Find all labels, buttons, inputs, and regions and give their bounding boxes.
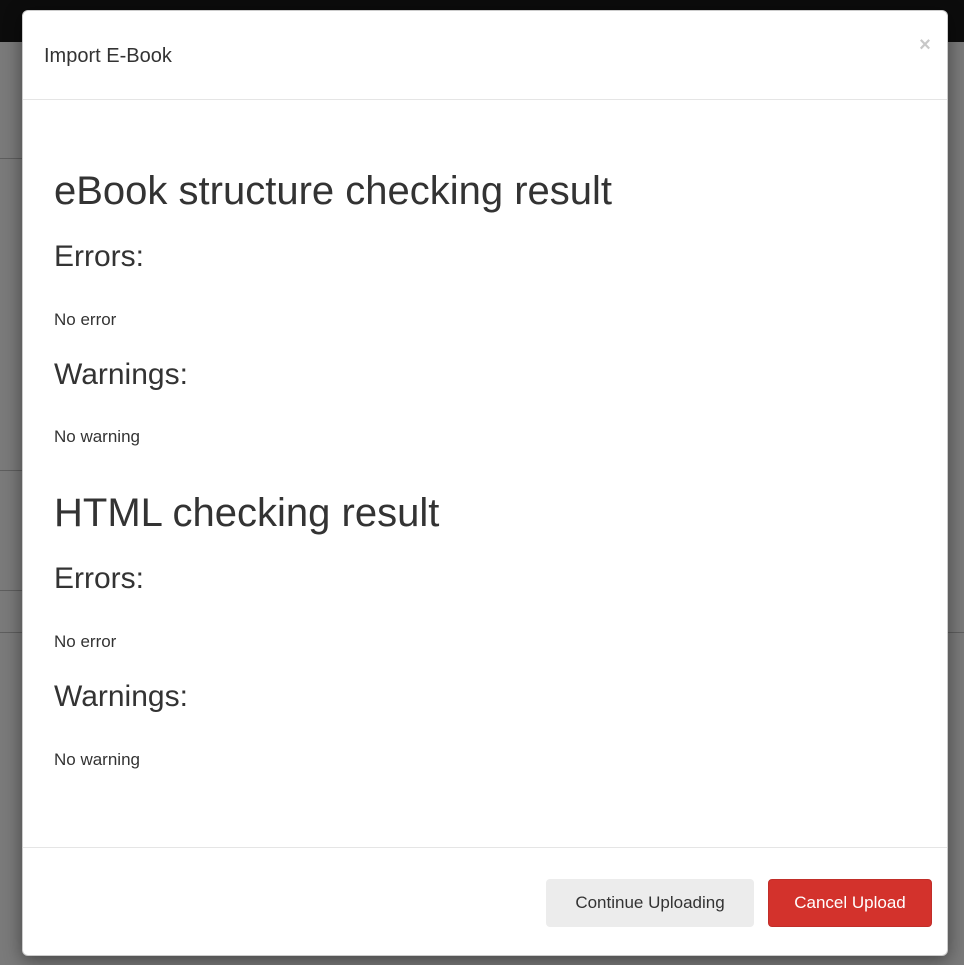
modal-title: Import E-Book — [44, 45, 172, 67]
background-divider — [0, 590, 22, 591]
import-ebook-modal: Import E-Book × eBook structure checking… — [22, 10, 948, 956]
modal-footer: Continue Uploading Cancel Upload — [23, 848, 947, 955]
modal-header: Import E-Book × — [23, 11, 947, 100]
ebook-structure-heading: eBook structure checking result — [54, 169, 613, 213]
html-warnings-heading: Warnings: — [54, 680, 188, 713]
html-errors-heading: Errors: — [54, 562, 144, 595]
background-divider — [946, 632, 964, 633]
cancel-upload-button[interactable]: Cancel Upload — [768, 879, 932, 927]
continue-uploading-button[interactable]: Continue Uploading — [546, 879, 754, 927]
html-checking-heading: HTML checking result — [54, 491, 440, 535]
html-warnings-text: No warning — [54, 750, 140, 769]
ebook-warnings-text: No warning — [54, 427, 140, 446]
html-errors-text: No error — [54, 632, 117, 651]
ebook-errors-text: No error — [54, 310, 117, 329]
background-divider — [0, 470, 22, 471]
ebook-errors-heading: Errors: — [54, 240, 144, 273]
close-button[interactable]: × — [913, 33, 937, 57]
background-divider — [0, 632, 22, 633]
ebook-warnings-heading: Warnings: — [54, 358, 188, 391]
modal-body: eBook structure checking result Errors: … — [23, 100, 947, 848]
background-divider — [0, 158, 22, 159]
